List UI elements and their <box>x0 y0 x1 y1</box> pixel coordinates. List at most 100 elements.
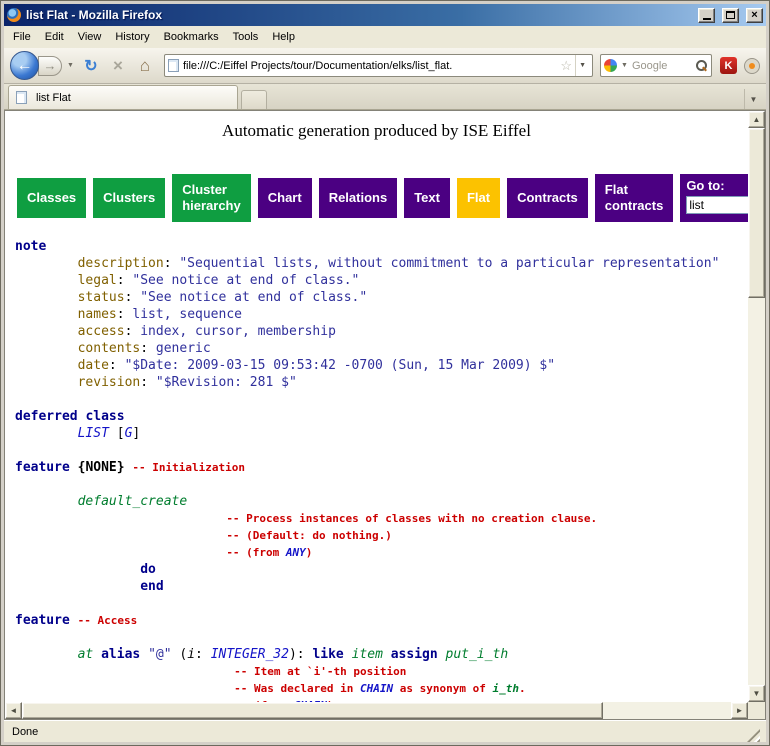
scrollbar-corner <box>748 702 765 719</box>
code-line: -- Process instances of classes with no … <box>15 510 748 527</box>
menu-tools[interactable]: Tools <box>226 28 266 46</box>
home-button[interactable]: ⌂ <box>133 54 157 78</box>
code-text: assign <box>391 647 438 662</box>
search-input[interactable] <box>632 60 693 72</box>
code-text: status <box>78 290 125 305</box>
vertical-scroll-thumb[interactable] <box>748 128 765 298</box>
nav-button-contracts[interactable]: Contracts <box>507 178 588 218</box>
page-title: Automatic generation produced by ISE Eif… <box>5 121 748 141</box>
nav-button-flat[interactable]: Flat <box>457 178 500 218</box>
search-engine-dropdown[interactable]: ▼ <box>619 62 630 69</box>
back-button[interactable]: ← <box>10 51 39 80</box>
forward-icon: → <box>44 58 57 73</box>
code-text: "@" <box>148 647 171 662</box>
code-link[interactable]: at <box>78 647 94 662</box>
back-forward-dropdown[interactable]: ▼ <box>65 62 76 69</box>
title-bar[interactable]: list Flat - Mozilla Firefox × <box>4 4 766 26</box>
nav-button-classes[interactable]: Classes <box>17 178 86 218</box>
vertical-scroll-track[interactable] <box>748 128 765 685</box>
code-line <box>15 476 748 493</box>
code-line: access: index, cursor, membership <box>15 323 748 340</box>
menu-history[interactable]: History <box>108 28 156 46</box>
scroll-up-button[interactable]: ▲ <box>748 111 765 128</box>
resize-grip[interactable] <box>747 729 760 742</box>
goto-input[interactable] <box>686 196 748 214</box>
menu-bookmarks[interactable]: Bookmarks <box>157 28 226 46</box>
new-tab-button[interactable] <box>241 90 267 109</box>
code-line <box>15 629 748 646</box>
code-line: deferred class <box>15 408 748 425</box>
code-link[interactable]: i_th <box>492 682 519 695</box>
maximize-button[interactable] <box>722 8 739 23</box>
code-text: generic <box>156 341 211 356</box>
addon-status-icon[interactable] <box>744 58 760 74</box>
browser-content: Automatic generation produced by ISE Eif… <box>4 110 766 720</box>
horizontal-scroll-track[interactable] <box>22 702 731 719</box>
scroll-down-button[interactable]: ▼ <box>748 685 765 702</box>
code-text: : <box>195 647 211 662</box>
code-link[interactable]: item <box>352 647 383 662</box>
nav-button-clusters[interactable]: Clusters <box>93 178 165 218</box>
tab-list-flat[interactable]: list Flat <box>8 85 238 109</box>
code-text: "See notice at end of class." <box>132 273 359 288</box>
nav-button-flat-contracts[interactable]: Flat contracts <box>595 174 674 222</box>
menu-help[interactable]: Help <box>265 28 302 46</box>
url-history-dropdown[interactable]: ▼ <box>575 55 589 76</box>
menu-edit[interactable]: Edit <box>38 28 71 46</box>
close-icon: × <box>751 10 757 21</box>
code-text <box>140 647 148 662</box>
code-link[interactable]: default_create <box>78 494 188 509</box>
nav-button-relations[interactable]: Relations <box>319 178 398 218</box>
stop-button[interactable]: × <box>106 54 130 78</box>
scroll-left-button[interactable]: ◄ <box>5 702 22 719</box>
address-bar[interactable]: ☆ ▼ <box>164 54 593 77</box>
code-line: at alias "@" (i: INTEGER_32): like item … <box>15 646 748 663</box>
code-text: contents <box>78 341 141 356</box>
status-bar: Done <box>4 720 766 742</box>
code-line: LIST [G] <box>15 425 748 442</box>
code-text: ] <box>132 426 140 441</box>
search-bar[interactable]: ▼ <box>600 54 712 77</box>
code-text: : <box>125 290 141 305</box>
code-link[interactable]: put_i_th <box>446 647 509 662</box>
addon-k-icon[interactable]: K <box>720 57 737 74</box>
code-text <box>70 460 78 475</box>
code-link[interactable]: LIST <box>78 426 109 441</box>
close-button[interactable]: × <box>746 8 763 23</box>
nav-button-chart[interactable]: Chart <box>258 178 312 218</box>
search-go-icon[interactable] <box>695 59 708 72</box>
code-text: "See notice at end of class." <box>140 290 367 305</box>
menu-view[interactable]: View <box>71 28 109 46</box>
code-text: -- Was declared in <box>234 682 360 695</box>
code-text: . <box>519 682 526 695</box>
bookmark-star-icon[interactable]: ☆ <box>557 58 575 74</box>
code-link[interactable]: CHAIN <box>360 682 393 695</box>
code-text: note <box>15 239 46 254</box>
code-link[interactable]: INTEGER_32 <box>211 647 289 662</box>
tab-list-dropdown[interactable]: ▼ <box>744 89 762 109</box>
code-text: : <box>164 256 180 271</box>
minimize-button[interactable] <box>698 8 715 23</box>
code-text: : <box>109 358 125 373</box>
scroll-right-button[interactable]: ► <box>731 702 748 719</box>
back-icon: ← <box>17 57 33 75</box>
horizontal-scrollbar[interactable]: ◄ ► <box>5 702 748 719</box>
refresh-button[interactable]: ↻ <box>79 54 103 78</box>
goto-block: Go to: <box>680 174 748 222</box>
horizontal-scroll-thumb[interactable] <box>22 702 603 719</box>
tab-favicon-icon <box>16 91 27 104</box>
status-text: Done <box>12 726 747 738</box>
forward-button[interactable]: → <box>38 56 62 76</box>
google-engine-icon[interactable] <box>604 59 617 72</box>
nav-button-text[interactable]: Text <box>404 178 450 218</box>
code-text: date <box>78 358 109 373</box>
code-line: note <box>15 238 748 255</box>
code-text: feature <box>15 613 70 628</box>
code-link[interactable]: ANY <box>286 546 306 559</box>
nav-button-cluster-hierarchy[interactable]: Cluster hierarchy <box>172 174 251 222</box>
url-input[interactable] <box>183 60 557 72</box>
vertical-scrollbar[interactable]: ▲ ▼ <box>748 111 765 702</box>
code-text: end <box>140 579 163 594</box>
menu-file[interactable]: File <box>6 28 38 46</box>
code-line: -- (from ANY) <box>15 544 748 561</box>
